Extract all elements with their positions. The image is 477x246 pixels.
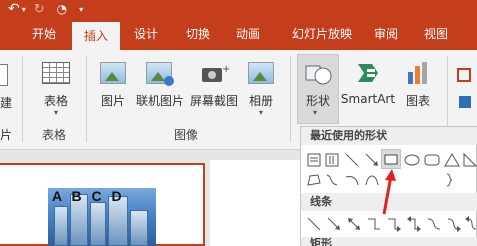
vertical-text-box-shape[interactable]: [323, 151, 341, 169]
customize-qat-icon[interactable]: ▾: [79, 5, 83, 14]
chevron-down-icon: ▾: [258, 108, 263, 117]
clipped-group-label: 片: [0, 128, 13, 142]
chevron-down-icon: ▾: [53, 108, 58, 117]
arrow-line-shape[interactable]: [325, 215, 343, 233]
table-group-label: 表格: [42, 128, 67, 142]
chevron-down-icon: ▾: [313, 108, 318, 117]
globe-icon: [164, 76, 174, 86]
clipped-button-label[interactable]: 建: [0, 94, 12, 111]
shapes-button-label: 形状: [305, 94, 330, 108]
tab-home[interactable]: 开始: [22, 18, 66, 50]
undo-icon[interactable]: ↶: [8, 1, 20, 17]
clipped-group-icon[interactable]: [0, 64, 8, 86]
arrow-line-shape[interactable]: [363, 151, 381, 169]
tab-transitions[interactable]: 切换: [176, 18, 220, 50]
redo-icon[interactable]: ↻: [34, 2, 45, 17]
curved-connector-shape[interactable]: [425, 215, 443, 233]
add-in-store-icon[interactable]: [457, 68, 471, 82]
picture-button[interactable]: 图片: [96, 54, 130, 122]
table-button-label: 表格: [43, 94, 68, 108]
quick-access-toolbar: ↶ ▾ ↻ ◔ ▾: [0, 0, 83, 18]
double-arrow-line-shape[interactable]: [345, 215, 363, 233]
picture-icon: [100, 62, 126, 84]
photo-album-icon: [248, 62, 274, 84]
line-shape[interactable]: [343, 151, 361, 169]
triangle-shape[interactable]: [443, 151, 461, 169]
oval-shape[interactable]: [403, 151, 421, 169]
tab-slideshow[interactable]: 幻灯片放映: [282, 18, 362, 50]
chart-button[interactable]: 图表: [398, 54, 438, 122]
shapes-icon: [304, 62, 332, 86]
slide-thumbnail-text: A B C D: [52, 188, 125, 204]
table-button[interactable]: 表格 ▾: [36, 54, 76, 122]
smartart-icon: [356, 62, 380, 84]
right-triangle-shape[interactable]: [461, 151, 477, 169]
screenshot-button[interactable]: + 屏幕截图: [188, 54, 240, 122]
chart-icon: [406, 62, 430, 84]
rectangles-header: 矩形: [301, 237, 477, 246]
picture-button-label: 图片: [100, 94, 125, 108]
rectangle-shape[interactable]: [381, 149, 401, 169]
annotation-arrow-icon: [378, 168, 398, 218]
chart-button-label: 图表: [405, 94, 430, 108]
camera-lens: [208, 71, 216, 79]
freeform-shape[interactable]: [305, 171, 323, 189]
arc-shape[interactable]: [343, 171, 361, 189]
building-shape: [54, 206, 68, 246]
curved-double-arrow-connector-shape[interactable]: [463, 215, 477, 233]
curve-arrow-shape[interactable]: [323, 171, 341, 189]
online-picture-button-label: 联机图片: [135, 94, 184, 108]
tab-insert[interactable]: 插入: [72, 22, 120, 50]
rounded-rectangle-shape[interactable]: [423, 151, 441, 169]
smartart-button[interactable]: SmartArt: [340, 54, 396, 122]
tab-design[interactable]: 设计: [124, 18, 168, 50]
elbow-double-arrow-connector-shape[interactable]: [405, 215, 423, 233]
slide-canvas[interactable]: [210, 160, 300, 246]
tab-animations[interactable]: 动画: [226, 18, 270, 50]
smartart-button-label: SmartArt: [340, 92, 396, 106]
building-shape: [130, 210, 148, 246]
group-separator: [22, 56, 23, 142]
screenshot-button-label: 屏幕截图: [189, 94, 238, 108]
tab-review[interactable]: 审阅: [364, 18, 408, 50]
brace-shape[interactable]: [441, 171, 459, 189]
image-group-label: 图像: [174, 128, 199, 142]
online-picture-button[interactable]: 联机图片: [134, 54, 186, 122]
present-icon[interactable]: ◔: [57, 2, 67, 16]
photo-album-button[interactable]: 相册 ▾: [242, 54, 280, 122]
undo-dropdown-icon[interactable]: ▾: [22, 5, 26, 14]
text-box-shape[interactable]: [305, 151, 323, 169]
line-shape[interactable]: [305, 215, 323, 233]
curved-arrow-connector-shape[interactable]: [445, 215, 463, 233]
table-icon: [42, 62, 70, 84]
group-separator: [290, 56, 291, 142]
my-add-ins-icon[interactable]: [459, 96, 471, 108]
building-shape: [90, 202, 106, 246]
plus-icon: +: [222, 64, 231, 75]
photo-album-button-label: 相册: [248, 94, 273, 108]
recent-shapes-header: 最近使用的形状: [301, 127, 477, 145]
group-separator: [86, 56, 87, 142]
tab-view[interactable]: 视图: [414, 18, 458, 50]
